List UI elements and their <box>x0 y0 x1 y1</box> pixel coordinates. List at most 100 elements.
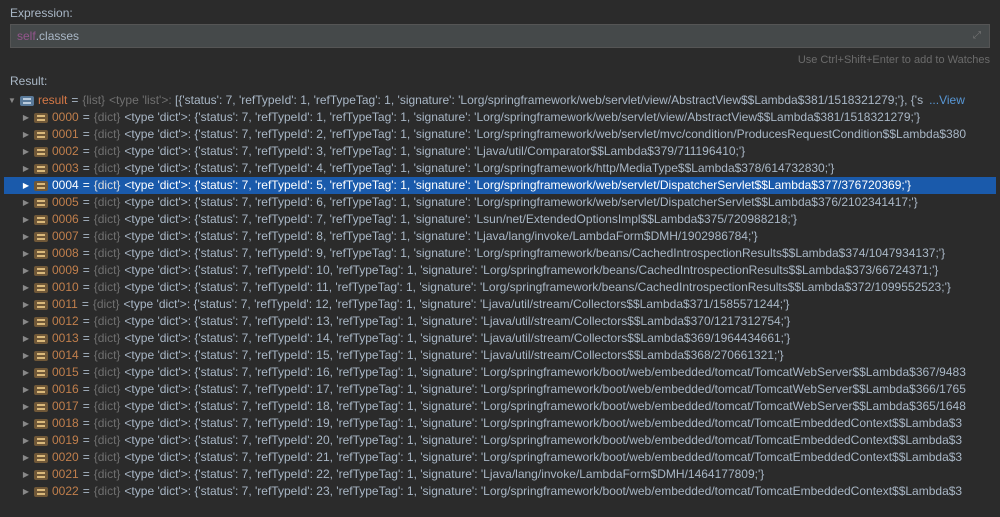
eq: = <box>83 228 90 245</box>
item-type: {dict} <box>94 381 121 398</box>
item-value: <type 'dict'>: {'status': 7, 'refTypeId'… <box>124 449 962 466</box>
chevron-right-icon[interactable] <box>20 364 32 381</box>
eq: = <box>83 483 90 500</box>
chevron-right-icon[interactable] <box>20 466 32 483</box>
item-type: {dict} <box>94 330 121 347</box>
eq: = <box>83 398 90 415</box>
item-value: <type 'dict'>: {'status': 7, 'refTypeId'… <box>124 160 834 177</box>
item-index: 0013 <box>52 330 79 347</box>
tree-row[interactable]: 0006={dict}<type 'dict'>: {'status': 7, … <box>4 211 996 228</box>
tree-row[interactable]: 0003={dict}<type 'dict'>: {'status': 7, … <box>4 160 996 177</box>
expression-label: Expression: <box>10 6 990 20</box>
tree-row[interactable]: 0001={dict}<type 'dict'>: {'status': 7, … <box>4 126 996 143</box>
item-index: 0010 <box>52 279 79 296</box>
item-type: {dict} <box>94 126 121 143</box>
tree-row[interactable]: 0008={dict}<type 'dict'>: {'status': 7, … <box>4 245 996 262</box>
dict-icon <box>34 179 48 193</box>
eq: = <box>83 381 90 398</box>
tree-row[interactable]: 0019={dict}<type 'dict'>: {'status': 7, … <box>4 432 996 449</box>
chevron-down-icon[interactable] <box>6 92 18 109</box>
chevron-right-icon[interactable] <box>20 313 32 330</box>
dict-icon <box>34 315 48 329</box>
item-index: 0001 <box>52 126 79 143</box>
expand-icon[interactable]: ⤢ <box>973 30 981 41</box>
chevron-right-icon[interactable] <box>20 262 32 279</box>
dict-icon <box>34 451 48 465</box>
item-index: 0018 <box>52 415 79 432</box>
tree-row[interactable]: 0013={dict}<type 'dict'>: {'status': 7, … <box>4 330 996 347</box>
item-value: <type 'dict'>: {'status': 7, 'refTypeId'… <box>124 381 965 398</box>
item-index: 0006 <box>52 211 79 228</box>
tree-row[interactable]: 0020={dict}<type 'dict'>: {'status': 7, … <box>4 449 996 466</box>
item-index: 0011 <box>52 296 78 313</box>
tree-row[interactable]: 0004={dict}<type 'dict'>: {'status': 7, … <box>4 177 996 194</box>
chevron-right-icon[interactable] <box>20 109 32 126</box>
chevron-right-icon[interactable] <box>20 160 32 177</box>
tree-row[interactable]: 0005={dict}<type 'dict'>: {'status': 7, … <box>4 194 996 211</box>
item-value: <type 'dict'>: {'status': 7, 'refTypeId'… <box>124 296 790 313</box>
eq: = <box>83 211 90 228</box>
tree-row[interactable]: 0014={dict}<type 'dict'>: {'status': 7, … <box>4 347 996 364</box>
chevron-right-icon[interactable] <box>20 415 32 432</box>
chevron-right-icon[interactable] <box>20 381 32 398</box>
chevron-right-icon[interactable] <box>20 432 32 449</box>
expression-input[interactable]: self.classes ⤢ <box>10 24 990 48</box>
item-value: <type 'dict'>: {'status': 7, 'refTypeId'… <box>124 398 965 415</box>
dict-icon <box>34 366 48 380</box>
tree-row[interactable]: 0000={dict}<type 'dict'>: {'status': 7, … <box>4 109 996 126</box>
chevron-right-icon[interactable] <box>20 483 32 500</box>
tree-row[interactable]: 0007={dict}<type 'dict'>: {'status': 7, … <box>4 228 996 245</box>
tree-row[interactable]: 0021={dict}<type 'dict'>: {'status': 7, … <box>4 466 996 483</box>
dict-icon <box>34 383 48 397</box>
chevron-right-icon[interactable] <box>20 245 32 262</box>
item-index: 0000 <box>52 109 79 126</box>
item-value: <type 'dict'>: {'status': 7, 'refTypeId'… <box>124 109 920 126</box>
item-type: {dict} <box>94 398 121 415</box>
tree-row[interactable]: 0018={dict}<type 'dict'>: {'status': 7, … <box>4 415 996 432</box>
item-value: <type 'dict'>: {'status': 7, 'refTypeId'… <box>124 313 790 330</box>
tree-row[interactable]: 0022={dict}<type 'dict'>: {'status': 7, … <box>4 483 996 500</box>
item-type: {dict} <box>94 245 121 262</box>
chevron-right-icon[interactable] <box>20 194 32 211</box>
item-value: <type 'dict'>: {'status': 7, 'refTypeId'… <box>124 330 790 347</box>
eq: = <box>83 194 90 211</box>
tree-row[interactable]: 0010={dict}<type 'dict'>: {'status': 7, … <box>4 279 996 296</box>
chevron-right-icon[interactable] <box>20 449 32 466</box>
item-type: {dict} <box>94 466 121 483</box>
item-value: <type 'dict'>: {'status': 7, 'refTypeId'… <box>124 432 962 449</box>
dict-icon <box>34 162 48 176</box>
chevron-right-icon[interactable] <box>20 177 32 194</box>
dict-icon <box>34 485 48 499</box>
chevron-right-icon[interactable] <box>20 126 32 143</box>
dict-icon <box>34 332 48 346</box>
eq: = <box>83 432 90 449</box>
dict-icon <box>34 111 48 125</box>
view-link[interactable]: ...View <box>929 92 965 109</box>
chevron-right-icon[interactable] <box>20 398 32 415</box>
chevron-right-icon[interactable] <box>20 330 32 347</box>
item-index: 0014 <box>52 347 79 364</box>
tree-row[interactable]: 0009={dict}<type 'dict'>: {'status': 7, … <box>4 262 996 279</box>
tree-row[interactable]: 0016={dict}<type 'dict'>: {'status': 7, … <box>4 381 996 398</box>
chevron-right-icon[interactable] <box>20 347 32 364</box>
chevron-right-icon[interactable] <box>20 279 32 296</box>
eq: = <box>83 279 90 296</box>
item-index: 0019 <box>52 432 79 449</box>
tree-row[interactable]: 0015={dict}<type 'dict'>: {'status': 7, … <box>4 364 996 381</box>
chevron-right-icon[interactable] <box>20 296 32 313</box>
tree-row[interactable]: 0002={dict}<type 'dict'>: {'status': 7, … <box>4 143 996 160</box>
chevron-right-icon[interactable] <box>20 143 32 160</box>
item-type: {dict} <box>94 415 121 432</box>
expr-attr: .classes <box>36 29 79 43</box>
chevron-right-icon[interactable] <box>20 211 32 228</box>
dict-icon <box>34 264 48 278</box>
tree-row[interactable]: 0012={dict}<type 'dict'>: {'status': 7, … <box>4 313 996 330</box>
result-root-row[interactable]: result = {list} <type 'list'>: [{'status… <box>4 92 996 109</box>
item-type: {dict} <box>94 177 121 194</box>
tree-row[interactable]: 0017={dict}<type 'dict'>: {'status': 7, … <box>4 398 996 415</box>
item-index: 0007 <box>52 228 79 245</box>
item-index: 0022 <box>52 483 79 500</box>
tree-row[interactable]: 0011={dict}<type 'dict'>: {'status': 7, … <box>4 296 996 313</box>
eq: = <box>83 449 90 466</box>
chevron-right-icon[interactable] <box>20 228 32 245</box>
